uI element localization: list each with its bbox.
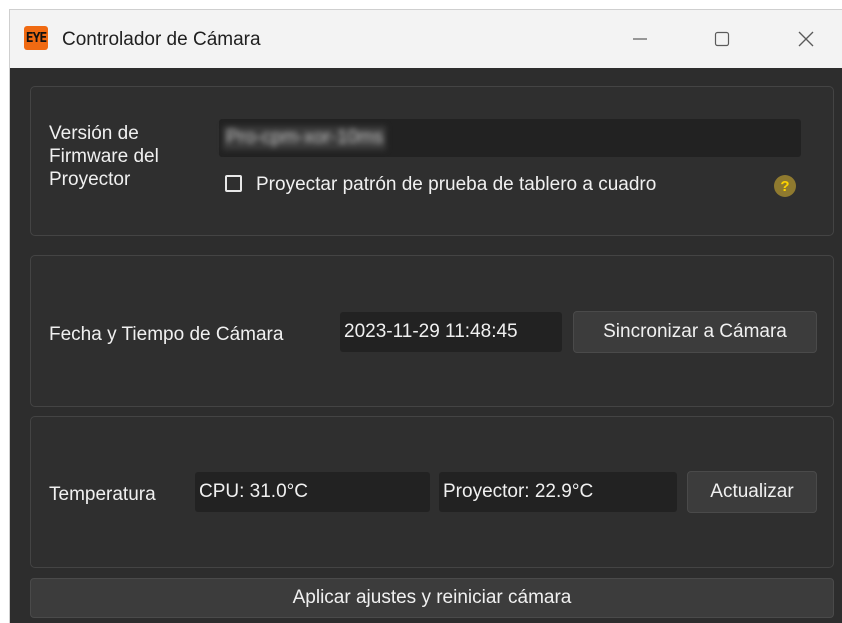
- firmware-label: Versión de Firmware del Proyector: [49, 123, 159, 190]
- main-content: Versión de Firmware del Proyector Pro-cp…: [10, 68, 842, 623]
- camera-datetime-field: 2023-11-29 11:48:45: [340, 312, 562, 352]
- window-title: Controlador de Cámara: [62, 29, 261, 50]
- temperature-label: Temperatura: [49, 484, 156, 505]
- temperature-group: Temperatura CPU: 31.0°C Proyector: 22.9°…: [30, 416, 834, 568]
- title-bar: EYE Controlador de Cámara: [10, 10, 842, 68]
- close-button[interactable]: [774, 10, 838, 68]
- minimize-icon: [633, 38, 647, 40]
- sync-camera-button[interactable]: Sincronizar a Cámara: [573, 311, 817, 353]
- question-icon[interactable]: ?: [774, 175, 796, 197]
- app-logo-icon: EYE: [24, 26, 48, 50]
- camera-controller-window: EYE Controlador de Cámara Versión de Fir…: [9, 9, 842, 623]
- close-icon: [798, 31, 814, 47]
- refresh-temperature-button[interactable]: Actualizar: [687, 471, 817, 513]
- checkerboard-label[interactable]: Proyectar patrón de prueba de tablero a …: [256, 173, 656, 196]
- datetime-group: Fecha y Tiempo de Cámara 2023-11-29 11:4…: [30, 255, 834, 407]
- projector-temperature-field: Proyector: 22.9°C: [439, 472, 677, 512]
- apply-and-restart-button[interactable]: Aplicar ajustes y reiniciar cámara: [30, 578, 834, 618]
- maximize-icon: [714, 31, 730, 47]
- firmware-version-field: Pro-cpm-xor-10ms: [219, 119, 801, 157]
- checkerboard-checkbox[interactable]: [225, 175, 242, 192]
- cpu-temperature-field: CPU: 31.0°C: [195, 472, 430, 512]
- datetime-label: Fecha y Tiempo de Cámara: [49, 324, 284, 345]
- minimize-button[interactable]: [608, 10, 672, 68]
- firmware-version-value: Pro-cpm-xor-10ms: [223, 126, 387, 150]
- firmware-group: Versión de Firmware del Proyector Pro-cp…: [30, 86, 834, 236]
- maximize-button[interactable]: [690, 10, 754, 68]
